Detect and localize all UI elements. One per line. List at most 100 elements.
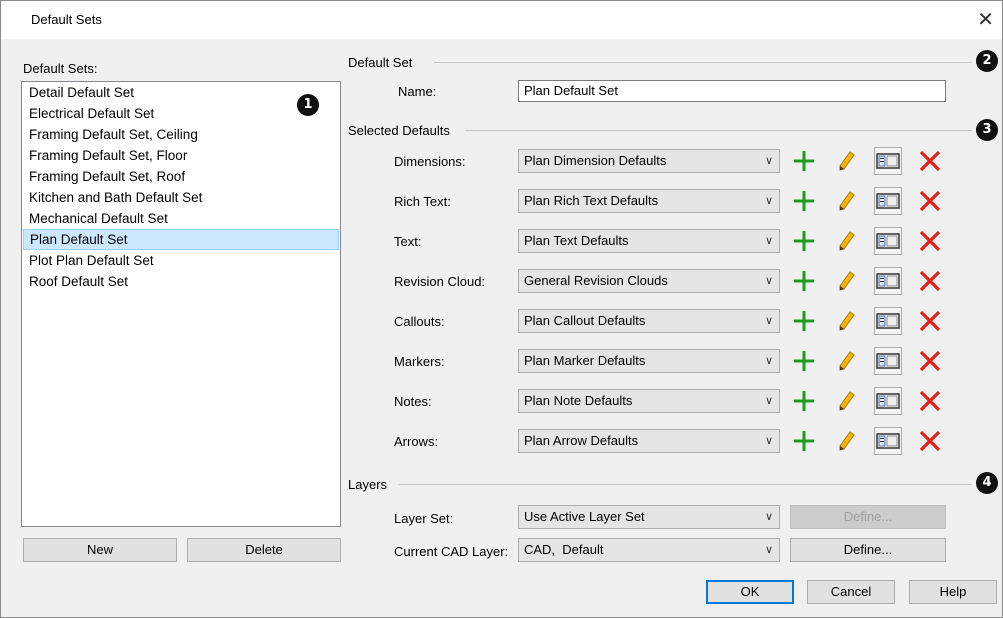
properties-icon[interactable] [874, 307, 902, 335]
default-set-divider [434, 62, 972, 63]
default-row-value: Plan Arrow Defaults [524, 433, 639, 448]
default-row-label: Rich Text: [394, 194, 451, 209]
properties-icon[interactable] [874, 427, 902, 455]
properties-icon[interactable] [874, 267, 902, 295]
delete-icon[interactable] [916, 347, 944, 375]
edit-pencil-icon[interactable] [832, 147, 860, 175]
delete-icon[interactable] [916, 307, 944, 335]
callout-badge-3: 3 [976, 119, 998, 141]
default-sets-list[interactable]: Detail Default Set Electrical Default Set… [21, 81, 341, 527]
add-icon[interactable] [790, 387, 818, 415]
selected-defaults-divider [465, 130, 972, 131]
define-cad-layer-button[interactable]: Define... [790, 538, 946, 562]
chevron-down-icon: ∨ [764, 511, 773, 523]
ok-button[interactable]: OK [706, 580, 794, 604]
properties-icon[interactable] [874, 347, 902, 375]
callout-badge-4: 4 [976, 472, 998, 494]
layers-divider [399, 484, 972, 485]
default-row-value: Plan Marker Defaults [524, 353, 646, 368]
list-item[interactable]: Electrical Default Set [23, 103, 339, 124]
default-row-value: Plan Note Defaults [524, 393, 633, 408]
layers-group-label: Layers [348, 477, 388, 492]
new-button[interactable]: New [23, 538, 177, 562]
edit-pencil-icon[interactable] [832, 427, 860, 455]
default-row-dropdown[interactable]: Plan Note Defaults ∨ [518, 389, 780, 413]
default-row-dropdown[interactable]: Plan Marker Defaults ∨ [518, 349, 780, 373]
edit-pencil-icon[interactable] [832, 267, 860, 295]
default-row-dropdown[interactable]: Plan Arrow Defaults ∨ [518, 429, 780, 453]
list-item[interactable]: Mechanical Default Set [23, 208, 339, 229]
default-row-label: Text: [394, 234, 422, 249]
default-row-label: Markers: [394, 354, 445, 369]
default-row-value: General Revision Clouds [524, 273, 668, 288]
list-item[interactable]: Plot Plan Default Set [23, 250, 339, 271]
delete-icon[interactable] [916, 187, 944, 215]
chevron-down-icon: ∨ [764, 195, 773, 207]
delete-icon[interactable] [916, 147, 944, 175]
name-label: Name: [398, 84, 437, 99]
close-icon[interactable]: ✕ [977, 7, 994, 32]
chevron-down-icon: ∨ [764, 155, 773, 167]
chevron-down-icon: ∨ [764, 315, 773, 327]
list-item[interactable]: Roof Default Set [23, 271, 339, 292]
list-item[interactable]: Framing Default Set, Ceiling [23, 124, 339, 145]
delete-icon[interactable] [916, 227, 944, 255]
default-set-group-label: Default Set [348, 55, 413, 70]
default-row-dropdown[interactable]: Plan Text Defaults ∨ [518, 229, 780, 253]
chevron-down-icon: ∨ [764, 355, 773, 367]
name-field[interactable]: Plan Default Set [518, 80, 946, 102]
list-item[interactable]: Plan Default Set [23, 229, 339, 250]
delete-icon[interactable] [916, 427, 944, 455]
layer-set-dropdown[interactable]: Use Active Layer Set ∨ [518, 505, 780, 529]
cad-layer-dropdown[interactable]: CAD, Default ∨ [518, 538, 780, 562]
default-row-label: Callouts: [394, 314, 445, 329]
chevron-down-icon: ∨ [764, 544, 773, 556]
default-row-dropdown[interactable]: Plan Dimension Defaults ∨ [518, 149, 780, 173]
current-cad-layer-label: Current CAD Layer: [394, 544, 509, 559]
add-icon[interactable] [790, 187, 818, 215]
chevron-down-icon: ∨ [764, 275, 773, 287]
layer-set-label: Layer Set: [394, 511, 454, 526]
default-sets-dialog: Default Sets ✕ Default Sets: Detail Defa… [0, 0, 1003, 618]
delete-button[interactable]: Delete [187, 538, 341, 562]
default-row-value: Plan Dimension Defaults [524, 153, 667, 168]
add-icon[interactable] [790, 427, 818, 455]
default-row-value: Plan Callout Defaults [524, 313, 646, 328]
default-row-label: Dimensions: [394, 154, 466, 169]
default-row-value: Plan Rich Text Defaults [524, 193, 659, 208]
add-icon[interactable] [790, 267, 818, 295]
default-row-dropdown[interactable]: Plan Callout Defaults ∨ [518, 309, 780, 333]
list-item[interactable]: Detail Default Set [23, 82, 339, 103]
edit-pencil-icon[interactable] [832, 387, 860, 415]
default-row-label: Revision Cloud: [394, 274, 486, 289]
list-item[interactable]: Framing Default Set, Roof [23, 166, 339, 187]
selected-defaults-group-label: Selected Defaults [348, 123, 450, 138]
edit-pencil-icon[interactable] [832, 347, 860, 375]
add-icon[interactable] [790, 347, 818, 375]
add-icon[interactable] [790, 147, 818, 175]
properties-icon[interactable] [874, 387, 902, 415]
default-sets-label: Default Sets: [23, 61, 98, 76]
default-row-label: Notes: [394, 394, 432, 409]
edit-pencil-icon[interactable] [832, 227, 860, 255]
list-item[interactable]: Framing Default Set, Floor [23, 145, 339, 166]
properties-icon[interactable] [874, 227, 902, 255]
edit-pencil-icon[interactable] [832, 307, 860, 335]
properties-icon[interactable] [874, 187, 902, 215]
list-item[interactable]: Kitchen and Bath Default Set [23, 187, 339, 208]
properties-icon[interactable] [874, 147, 902, 175]
cancel-button[interactable]: Cancel [807, 580, 895, 604]
add-icon[interactable] [790, 227, 818, 255]
chevron-down-icon: ∨ [764, 235, 773, 247]
chevron-down-icon: ∨ [764, 395, 773, 407]
help-button[interactable]: Help [909, 580, 997, 604]
default-row-dropdown[interactable]: Plan Rich Text Defaults ∨ [518, 189, 780, 213]
delete-icon[interactable] [916, 267, 944, 295]
callout-badge-2: 2 [976, 50, 998, 72]
add-icon[interactable] [790, 307, 818, 335]
layer-set-value: Use Active Layer Set [524, 509, 645, 524]
default-row-dropdown[interactable]: General Revision Clouds ∨ [518, 269, 780, 293]
edit-pencil-icon[interactable] [832, 187, 860, 215]
define-layer-set-button[interactable]: Define... [790, 505, 946, 529]
delete-icon[interactable] [916, 387, 944, 415]
